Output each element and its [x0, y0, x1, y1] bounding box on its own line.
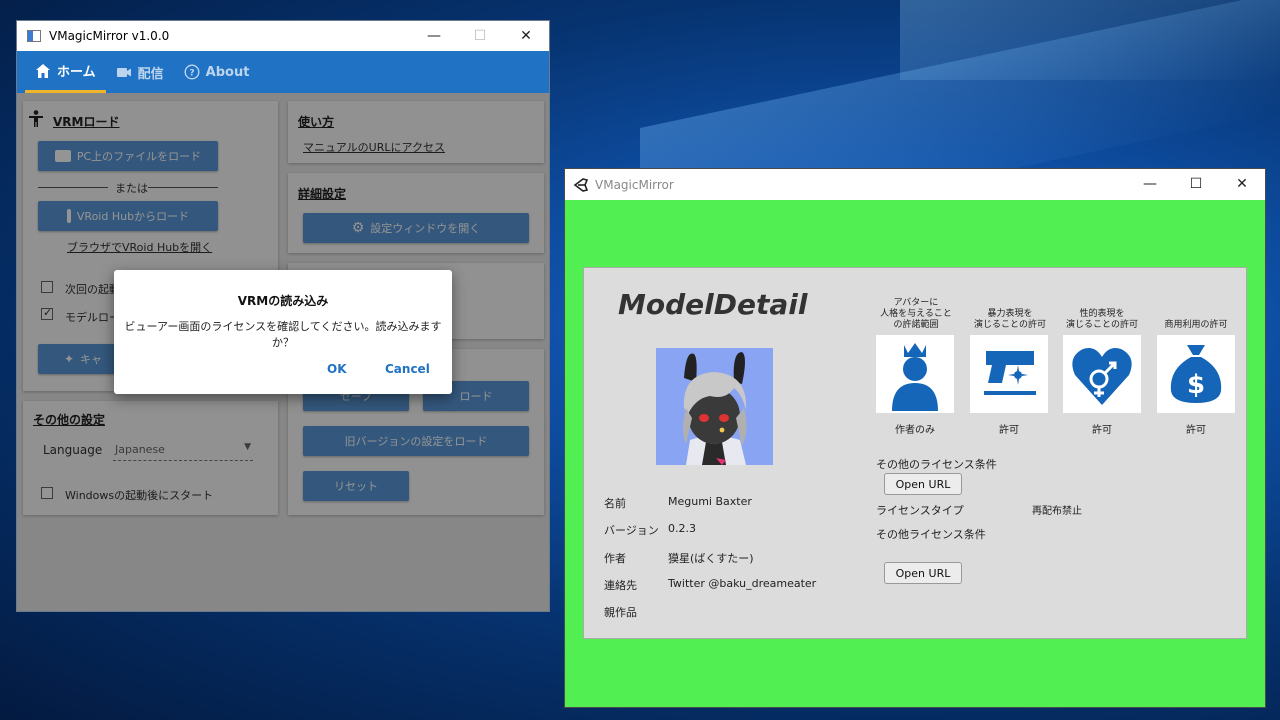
tab-about[interactable]: ? About	[174, 51, 260, 93]
contact-label: 連絡先	[604, 579, 637, 592]
gun-icon	[984, 351, 1036, 395]
tab-home[interactable]: ホーム	[25, 51, 106, 93]
open-url-button[interactable]: Open URL	[884, 473, 962, 495]
desktop-light-ray	[900, 0, 1280, 80]
tab-home-label: ホーム	[57, 65, 96, 80]
other-license-label: その他のライセンス条件	[876, 458, 997, 471]
permission-tile-violence	[970, 335, 1048, 413]
permission-heading-sexual: 性的表現を 演じることの許可	[1066, 309, 1138, 330]
contact-value: Twitter @baku_dreameater	[668, 577, 817, 590]
name-label: 名前	[604, 497, 626, 510]
vm-minimize-button[interactable]: —	[1127, 169, 1173, 199]
permission-heading-avatar: アバターに 人格を与えること の許諾範囲	[880, 298, 952, 330]
other-license-label-2: その他ライセンス条件	[876, 528, 986, 541]
author-value: 獏星(ばくすたー)	[668, 552, 754, 565]
name-value: Megumi Baxter	[668, 495, 752, 508]
permission-value-commercial: 許可	[1186, 425, 1206, 436]
main-window-title: VMagicMirror v1.0.0	[49, 29, 170, 43]
vrm-load-dialog: VRMの読み込み ビューアー画面のライセンスを確認してください。読み込みますか？…	[114, 270, 452, 394]
main-window-titlebar[interactable]: VMagicMirror v1.0.0 — ☐ ✕	[17, 21, 549, 51]
close-button[interactable]: ✕	[503, 21, 549, 51]
money-bag-icon: $	[1170, 345, 1222, 403]
vmagicmirror-window: VMagicMirror — ☐ ✕ ModelDetail 名前 Megumi…	[564, 168, 1266, 708]
permission-heading-violence: 暴力表現を 演じることの許可	[974, 309, 1046, 330]
vm-maximize-button[interactable]: ☐	[1173, 169, 1219, 199]
permission-tile-avatar	[876, 335, 954, 413]
dialog-cancel-button[interactable]: Cancel	[385, 362, 430, 376]
license-type-label: ライセンスタイプ	[876, 504, 964, 517]
dialog-message: ビューアー画面のライセンスを確認してください。読み込みますか？	[124, 320, 442, 349]
help-circle-icon: ?	[184, 64, 200, 80]
permission-tile-commercial: $	[1157, 335, 1235, 413]
svg-text:?: ?	[189, 69, 194, 79]
license-type-value: 再配布禁止	[1032, 506, 1082, 517]
dialog-title: VRMの読み込み	[237, 294, 329, 308]
unity-logo-icon	[573, 177, 589, 192]
heart-gender-icon	[1072, 348, 1132, 405]
permission-value-sexual: 許可	[1092, 425, 1112, 436]
video-camera-icon	[116, 68, 131, 77]
main-nav-bar: ホーム 配信 ? About	[17, 51, 549, 93]
version-label: バージョン	[604, 524, 659, 537]
app-window-icon	[27, 30, 41, 42]
permission-heading-commercial: 商用利用の許可	[1164, 320, 1228, 330]
permission-tile-sexual	[1063, 335, 1141, 413]
open-url-button-2[interactable]: Open URL	[884, 562, 962, 584]
vm-close-button[interactable]: ✕	[1219, 169, 1265, 199]
tab-streaming[interactable]: 配信	[106, 51, 174, 93]
tab-streaming-label: 配信	[137, 66, 164, 82]
author-label: 作者	[604, 552, 626, 565]
tab-about-label: About	[205, 64, 250, 80]
avatar-illustration	[683, 352, 747, 465]
dialog-ok-button[interactable]: OK	[327, 362, 347, 376]
model-detail-panel: ModelDetail 名前 Megumi Baxter バージョン 0.2.3…	[583, 267, 1247, 639]
model-detail-title: ModelDetail	[618, 288, 808, 321]
svg-text:$: $	[1187, 370, 1205, 400]
vm-window-titlebar[interactable]: VMagicMirror — ☐ ✕	[565, 169, 1265, 200]
person-crown-icon	[892, 343, 938, 411]
minimize-button[interactable]: —	[411, 21, 457, 51]
maximize-button: ☐	[473, 28, 487, 44]
vm-window-title: VMagicMirror	[595, 177, 674, 192]
parent-work-label: 親作品	[604, 606, 637, 619]
permission-value-violence: 許可	[999, 425, 1019, 436]
version-value: 0.2.3	[668, 522, 696, 535]
home-icon	[36, 63, 50, 78]
model-thumbnail	[656, 348, 773, 465]
permission-value-avatar: 作者のみ	[895, 425, 935, 436]
